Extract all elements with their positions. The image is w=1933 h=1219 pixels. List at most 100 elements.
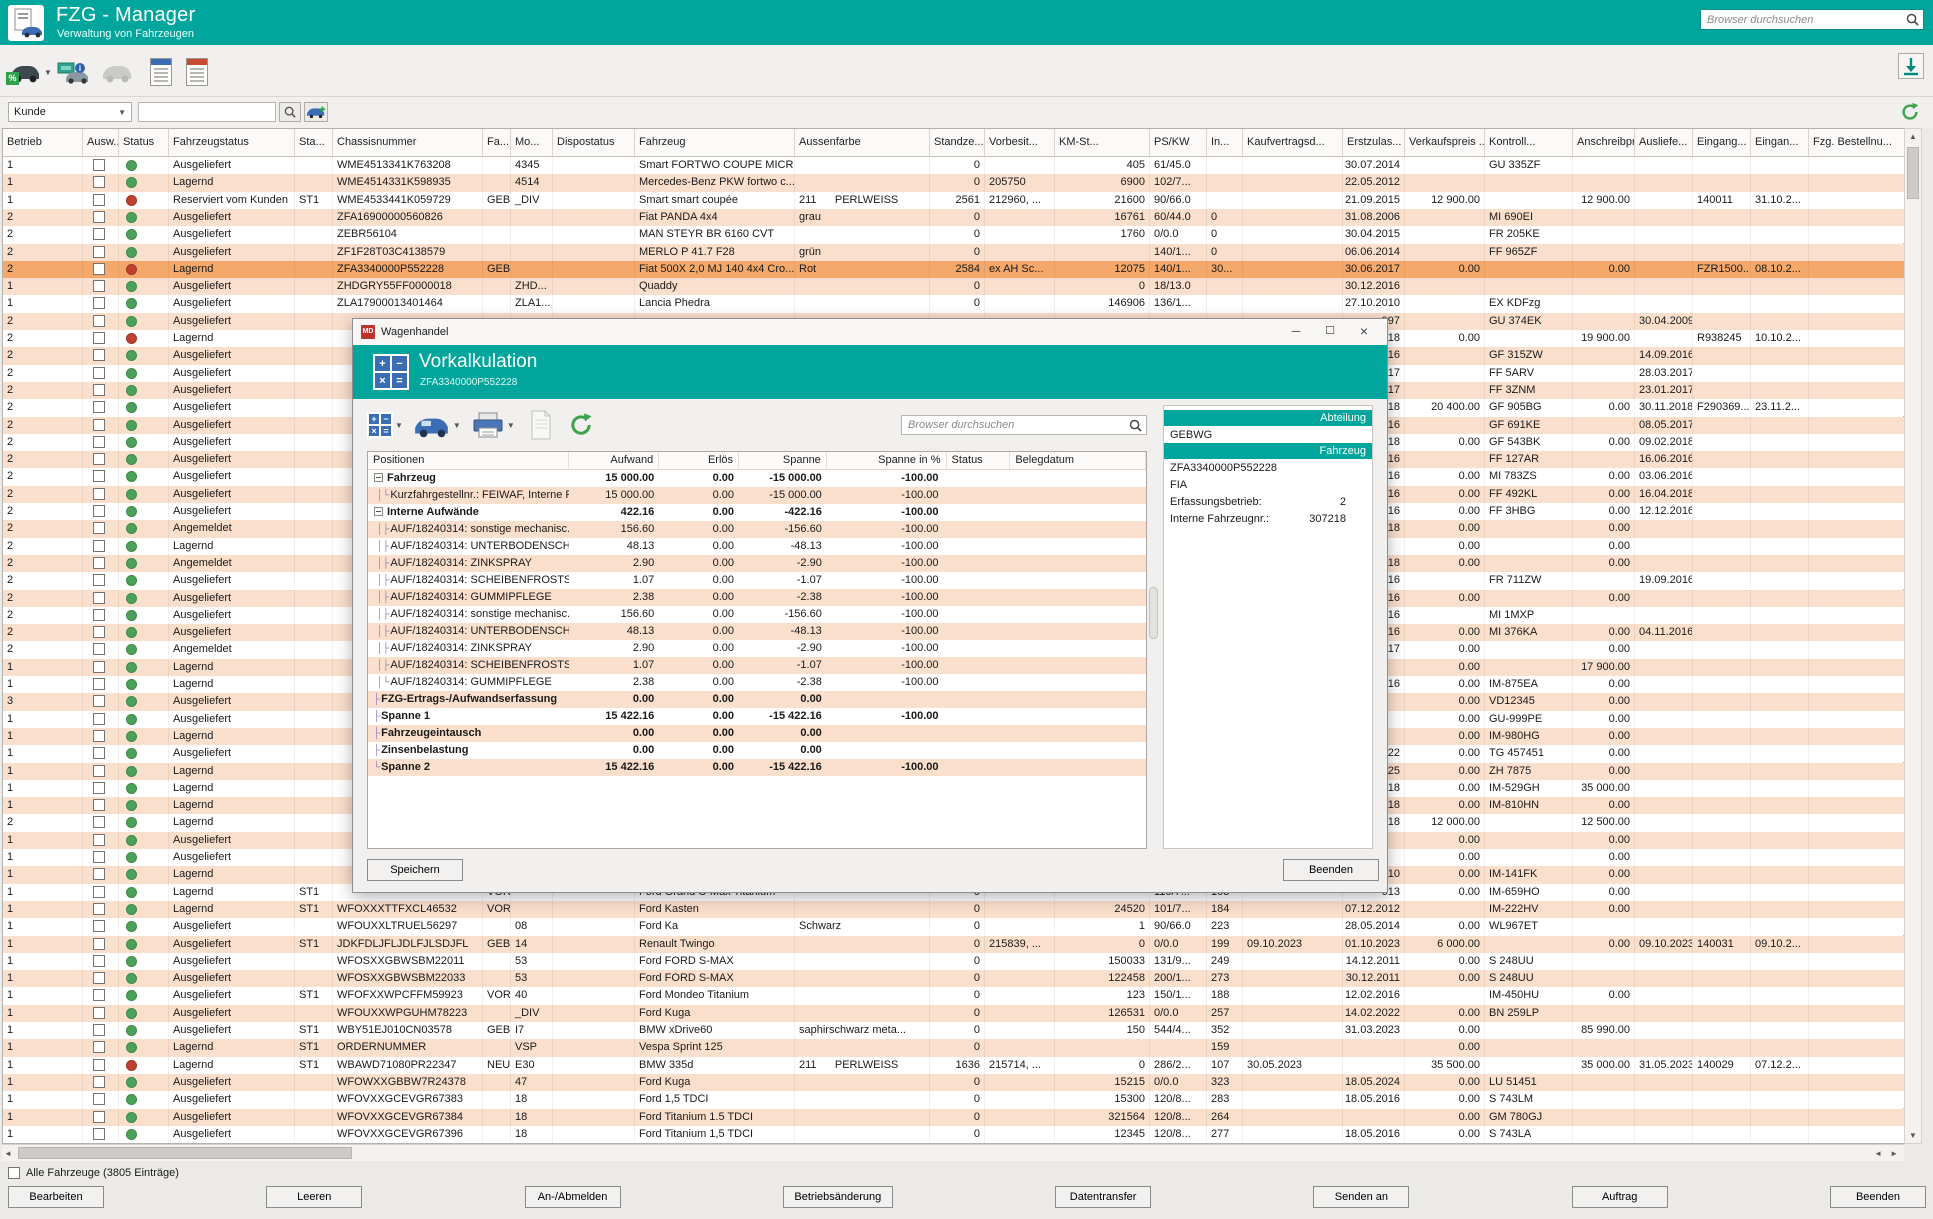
row-checkbox[interactable] — [93, 540, 105, 552]
tree-row[interactable]: │├AUF/18240314: GUMMIPFLEGE2.380.00-2.38… — [368, 589, 1146, 606]
row-checkbox[interactable] — [93, 1007, 105, 1019]
refresh-icon[interactable] — [567, 411, 595, 439]
column-header[interactable]: Betrieb — [3, 129, 83, 157]
print-menu-button[interactable] — [471, 411, 505, 439]
row-checkbox[interactable] — [93, 488, 105, 500]
row-checkbox[interactable] — [93, 592, 105, 604]
row-checkbox[interactable] — [93, 522, 105, 534]
filter-field-select[interactable]: Kunde ▼ — [8, 102, 132, 122]
row-checkbox[interactable] — [93, 678, 105, 690]
table-row[interactable]: 1LagerndST1WBAWD71080PR22347NEUE30BMW 33… — [3, 1057, 1905, 1074]
row-checkbox[interactable] — [93, 816, 105, 828]
refresh-button[interactable] — [1899, 101, 1921, 123]
hscroll-thumb[interactable] — [18, 1147, 352, 1159]
table-row[interactable]: 1AusgeliefertWFOSXXGBWSBM2201153Ford FOR… — [3, 953, 1905, 970]
row-checkbox[interactable] — [93, 695, 105, 707]
row-checkbox[interactable] — [93, 557, 105, 569]
table-row[interactable]: 1AusgeliefertST1JDKFDLJFLJDLFJLSDJFLGEB1… — [3, 936, 1905, 953]
tree-row[interactable]: Interne Aufwände422.160.00-422.16-100.00 — [368, 504, 1146, 521]
leeren-button[interactable]: Leeren — [266, 1186, 362, 1208]
list-report-blue-button[interactable] — [150, 54, 172, 90]
column-header[interactable]: PS/KW — [1150, 129, 1207, 157]
table-row[interactable]: 1Reserviert vom KundenST1WME4533441K0597… — [3, 192, 1905, 209]
table-row[interactable]: 1AusgeliefertWFOVXXGCEVGR6738318Ford 1,5… — [3, 1091, 1905, 1108]
scroll-up-arrow[interactable]: ▲ — [1905, 129, 1921, 144]
row-checkbox[interactable] — [93, 834, 105, 846]
table-row[interactable]: 1AusgeliefertWFOWXXGBBW7R2437847Ford Kug… — [3, 1074, 1905, 1091]
tree-row[interactable]: ├Zinsenbelastung0.000.000.00 — [368, 742, 1146, 759]
row-checkbox[interactable] — [93, 419, 105, 431]
beenden-dialog-button[interactable]: Beenden — [1283, 859, 1379, 881]
table-row[interactable]: 1AusgeliefertWFOVXXGCEVGR6738418Ford Tit… — [3, 1109, 1905, 1126]
row-checkbox[interactable] — [93, 246, 105, 258]
column-header[interactable]: Mo... — [511, 129, 553, 157]
row-checkbox[interactable] — [93, 401, 105, 413]
row-checkbox[interactable] — [93, 349, 105, 361]
row-checkbox[interactable] — [93, 1059, 105, 1071]
tree-row[interactable]: │├AUF/18240314: UNTERBODENSCHUTZ48.130.0… — [368, 538, 1146, 555]
tree-row[interactable]: │└AUF/18240314: GUMMIPFLEGE2.380.00-2.38… — [368, 674, 1146, 691]
row-checkbox[interactable] — [93, 574, 105, 586]
column-header[interactable]: Kontroll... — [1485, 129, 1573, 157]
row-checkbox[interactable] — [93, 955, 105, 967]
datentransfer-button[interactable]: Datentransfer — [1055, 1186, 1151, 1208]
row-checkbox[interactable] — [93, 661, 105, 673]
beenden-button[interactable]: Beenden — [1830, 1186, 1926, 1208]
row-checkbox[interactable] — [93, 280, 105, 292]
row-checkbox[interactable] — [93, 920, 105, 932]
tree-column-header[interactable]: Erlös — [659, 452, 739, 469]
tree-row[interactable]: │└Kurzfahrgestellnr.: FEIWAF, Interne F.… — [368, 487, 1146, 504]
table-row[interactable]: 1AusgeliefertWFOSXXGBWSBM2203353Ford FOR… — [3, 970, 1905, 987]
filter-search-input[interactable] — [139, 106, 293, 118]
row-checkbox[interactable] — [93, 972, 105, 984]
row-checkbox[interactable] — [93, 799, 105, 811]
betriebsaenderung-button[interactable]: Betriebsänderung — [783, 1186, 893, 1208]
bearbeiten-button[interactable]: Bearbeiten — [8, 1186, 104, 1208]
table-row[interactable]: 2AusgeliefertZEBR56104MAN STEYR BR 6160 … — [3, 226, 1905, 243]
column-header[interactable]: Kaufvertragsd... — [1243, 129, 1343, 157]
table-row[interactable]: 1LagerndWME4514331K5989354514Mercedes-Be… — [3, 174, 1905, 191]
column-header[interactable]: In... — [1207, 129, 1243, 157]
tree-row[interactable]: │├AUF/18240314: sonstige mechanisc...156… — [368, 606, 1146, 623]
tree-row[interactable]: │├AUF/18240314: UNTERBODENSCHUTZ48.130.0… — [368, 623, 1146, 640]
column-header[interactable]: Fa... — [483, 129, 511, 157]
row-checkbox[interactable] — [93, 1128, 105, 1140]
row-checkbox[interactable] — [93, 626, 105, 638]
table-row[interactable]: 1AusgeliefertWFOUXXLTRUEL5629708Ford KaS… — [3, 918, 1905, 935]
column-header[interactable]: Fzg. Bestellnu... — [1809, 129, 1905, 157]
column-header[interactable]: Anschreibprei... — [1573, 129, 1635, 157]
vehicle-percent-button[interactable]: % ▼ — [8, 54, 52, 90]
row-checkbox[interactable] — [93, 367, 105, 379]
column-header[interactable]: Ausliefe... — [1635, 129, 1693, 157]
search-icon[interactable] — [1902, 13, 1923, 26]
row-checkbox[interactable] — [93, 609, 105, 621]
scroll-down-arrow[interactable]: ▼ — [1905, 1128, 1921, 1143]
tree-column-header[interactable]: Spanne in % — [827, 452, 947, 469]
dialog-search-input[interactable] — [902, 419, 1125, 431]
table-row[interactable]: 1AusgeliefertWME4513341K7632084345Smart … — [3, 157, 1905, 174]
scroll-left-arrow[interactable]: ◄ — [4, 1149, 12, 1158]
column-header[interactable]: Erstzulas... — [1343, 129, 1405, 157]
row-checkbox[interactable] — [93, 938, 105, 950]
row-checkbox[interactable] — [93, 263, 105, 275]
column-header[interactable]: Ausw... — [83, 129, 119, 157]
table-row[interactable]: 2AusgeliefertZFA16900000560826Fiat PANDA… — [3, 209, 1905, 226]
row-checkbox[interactable] — [93, 713, 105, 725]
senden-an-button[interactable]: Senden an — [1313, 1186, 1409, 1208]
row-checkbox[interactable] — [93, 730, 105, 742]
column-header[interactable]: Fahrzeugstatus — [169, 129, 295, 157]
column-header[interactable]: Chassisnummer — [333, 129, 483, 157]
export-button[interactable] — [1898, 53, 1924, 79]
row-checkbox[interactable] — [93, 436, 105, 448]
calc-menu-button[interactable]: +−×= — [367, 412, 393, 438]
column-header[interactable]: Eingan... — [1751, 129, 1809, 157]
auftrag-button[interactable]: Auftrag — [1572, 1186, 1668, 1208]
tree-row[interactable]: │├AUF/18240314: SCHEIBENFROSTSCH...1.070… — [368, 572, 1146, 589]
vertical-scrollbar[interactable]: ▲ ▼ — [1904, 128, 1922, 1144]
tree-column-header[interactable]: Positionen — [368, 452, 569, 469]
save-button[interactable]: Speichern — [367, 859, 463, 881]
row-checkbox[interactable] — [93, 176, 105, 188]
row-checkbox[interactable] — [93, 989, 105, 1001]
row-checkbox[interactable] — [93, 211, 105, 223]
column-header[interactable]: KM-St... — [1055, 129, 1150, 157]
